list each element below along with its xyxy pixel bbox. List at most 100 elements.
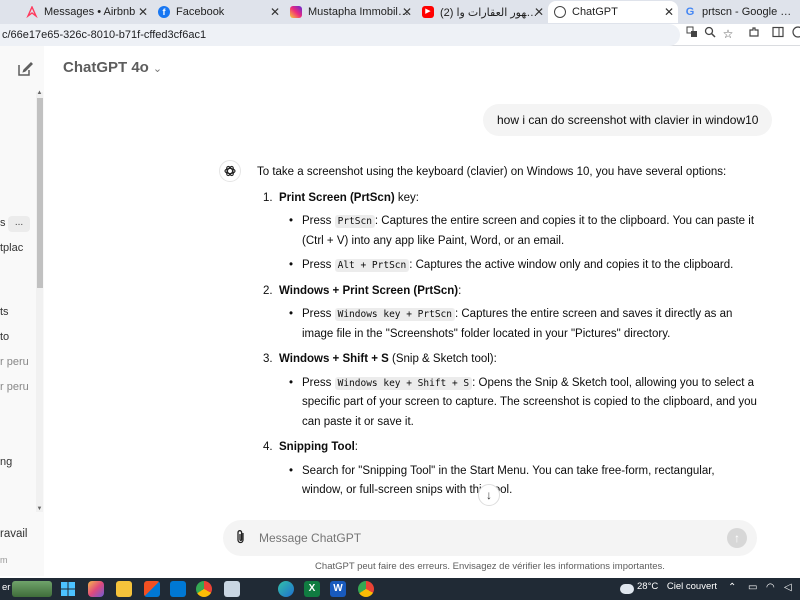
message-input[interactable]	[259, 520, 699, 556]
airbnb-icon	[26, 5, 38, 19]
arrow-down-icon: ↓	[486, 488, 492, 502]
close-icon[interactable]: ✕	[664, 5, 674, 19]
bullet-item: Press Windows key + Shift + S: Opens the…	[289, 374, 757, 433]
translate-icon[interactable]	[684, 26, 700, 42]
answer-intro: To take a screenshot using the keyboard …	[257, 166, 727, 178]
landscape-widget-icon[interactable]	[12, 581, 52, 597]
sidebar-item[interactable]: ravail	[0, 528, 27, 540]
browser-tab-strip: Messages • Airbnb ✕ f Facebook ✕ Mustaph…	[0, 0, 800, 24]
url-field[interactable]: c/66e17e65-326c-8010-b71f-cffed3cf6ac1	[0, 24, 680, 46]
tab-title: Mustapha Immobilier (@alaqar	[308, 6, 410, 18]
paperclip-icon[interactable]	[235, 529, 247, 548]
scroll-up-arrow-icon[interactable]: ▲	[36, 90, 43, 96]
assistant-message: To take a screenshot using the keyboard …	[257, 163, 757, 506]
sidebar-panel-icon[interactable]	[770, 26, 786, 42]
bullet-item: Search for "Snipping Tool" in the Start …	[289, 462, 757, 501]
sidebar-item[interactable]: s	[0, 217, 6, 229]
tab-airbnb[interactable]: Messages • Airbnb ✕	[20, 1, 152, 23]
chrome-icon[interactable]	[196, 581, 212, 597]
sidebar-item[interactable]: to	[0, 331, 9, 343]
instagram-icon	[290, 6, 302, 18]
bullet-prefix: Press	[302, 259, 335, 271]
word-icon[interactable]: W	[330, 581, 346, 597]
mail-icon[interactable]	[170, 581, 186, 597]
network-icon[interactable]: ▭	[748, 582, 757, 593]
tab-chatgpt[interactable]: ChatGPT ✕	[548, 1, 678, 23]
store-icon[interactable]	[144, 581, 160, 597]
tab-title: (2) استهداف جمهور العقارات وا...	[440, 6, 542, 19]
close-icon[interactable]: ✕	[270, 5, 280, 19]
item-title-suffix: (Snip & Sketch tool):	[388, 353, 497, 365]
close-icon[interactable]: ✕	[534, 5, 544, 19]
item-title-suffix: key:	[394, 191, 419, 204]
user-message: how i can do screenshot with clavier in …	[483, 104, 773, 136]
sidebar: ▲ ▼ s ... tplac ts to r peru r peru ng r…	[0, 46, 44, 576]
close-icon[interactable]: ✕	[138, 5, 148, 19]
app-icon[interactable]	[224, 581, 240, 597]
sidebar-item[interactable]: r peru	[0, 381, 29, 393]
item-title: Windows + Shift + S	[279, 353, 389, 365]
bookmark-star-icon[interactable]: ☆	[720, 26, 736, 42]
file-explorer-icon[interactable]	[116, 581, 132, 597]
sidebar-item[interactable]: r peru	[0, 356, 29, 368]
widgets-icon[interactable]	[88, 581, 104, 597]
wifi-icon[interactable]: ◠	[766, 582, 775, 593]
taskbar: er X W 28°C Ciel couvert ⌃ ▭ ◠ ◁	[0, 578, 800, 600]
tab-google-search[interactable]: G prtscn - Google Search	[678, 1, 800, 23]
scroll-to-bottom-button[interactable]: ↓	[478, 484, 500, 506]
tab-title: prtscn - Google Search	[702, 6, 794, 18]
tab-instagram[interactable]: Mustapha Immobilier (@alaqar ✕	[284, 1, 416, 23]
list-number: 2.	[263, 284, 273, 297]
weather-desc: Ciel couvert	[666, 581, 718, 592]
profile-icon[interactable]	[790, 26, 800, 42]
bullet-item: Press Windows key + PrtScn: Captures the…	[289, 305, 757, 344]
chevron-down-icon: ⌄	[152, 63, 163, 75]
weather-widget[interactable]: 28°C Ciel couvert	[637, 581, 717, 592]
chrome-profile-icon[interactable]	[358, 581, 374, 597]
windows-start-icon[interactable]	[60, 581, 76, 597]
tab-youtube[interactable]: ▶ (2) استهداف جمهور العقارات وا... ✕	[416, 1, 548, 23]
bullet-list: Search for "Snipping Tool" in the Start …	[257, 462, 757, 501]
bullet-prefix: Press	[302, 376, 335, 389]
key-code: Alt + PrtScn	[334, 259, 410, 272]
chevron-up-icon[interactable]: ⌃	[728, 582, 736, 593]
facebook-icon: f	[158, 6, 170, 18]
disclaimer-text: ChatGPT peut faire des erreurs. Envisage…	[315, 561, 665, 572]
edge-icon[interactable]	[278, 581, 294, 597]
tab-title: Messages • Airbnb	[44, 6, 136, 18]
bullet-item: Press PrtScn: Captures the entire screen…	[289, 212, 757, 251]
taskbar-label: er	[2, 582, 11, 593]
bullet-item: Press Alt + PrtScn: Captures the active …	[289, 256, 757, 276]
key-code: Windows key + PrtScn	[334, 308, 455, 321]
youtube-icon: ▶	[422, 6, 434, 18]
scroll-down-arrow-icon[interactable]: ▼	[36, 506, 43, 512]
list-item-heading: 3. Windows + Shift + S (Snip & Sketch to…	[257, 350, 757, 370]
bullet-text: Search for "Snipping Tool" in the Start …	[302, 464, 715, 497]
key-code: PrtScn	[334, 215, 375, 228]
weather-temp: 28°C	[637, 581, 659, 592]
bullet-prefix: Press	[302, 215, 335, 227]
chatgpt-logo-icon	[219, 160, 241, 182]
bullet-text: : Captures the active window only and co…	[409, 259, 734, 271]
tab-facebook[interactable]: f Facebook ✕	[152, 1, 284, 23]
sidebar-item[interactable]: ng	[0, 456, 12, 468]
close-icon[interactable]: ✕	[402, 5, 412, 19]
sidebar-item[interactable]: ts	[0, 306, 9, 318]
item-title: Windows + Print Screen (PrtScn)	[279, 284, 459, 297]
model-selector[interactable]: ChatGPT 4o ⌄	[63, 59, 162, 76]
sidebar-item[interactable]: tplac	[0, 242, 23, 254]
sidebar-scroll-thumb[interactable]	[37, 98, 43, 288]
more-options-icon[interactable]: ...	[8, 216, 30, 232]
zoom-icon[interactable]	[702, 26, 718, 42]
list-number: 1.	[263, 191, 273, 204]
model-name: ChatGPT 4o	[63, 59, 149, 76]
send-button[interactable]: ↑	[727, 528, 747, 548]
excel-icon[interactable]: X	[304, 581, 320, 597]
item-title: Snipping Tool	[279, 441, 355, 453]
list-item-heading: 1. Print Screen (PrtScn) key:	[257, 189, 757, 209]
volume-icon[interactable]: ◁	[784, 582, 792, 593]
item-title-suffix: :	[458, 284, 462, 297]
google-icon: G	[685, 6, 695, 18]
new-chat-icon[interactable]	[16, 60, 34, 78]
extensions-icon[interactable]	[746, 26, 762, 42]
